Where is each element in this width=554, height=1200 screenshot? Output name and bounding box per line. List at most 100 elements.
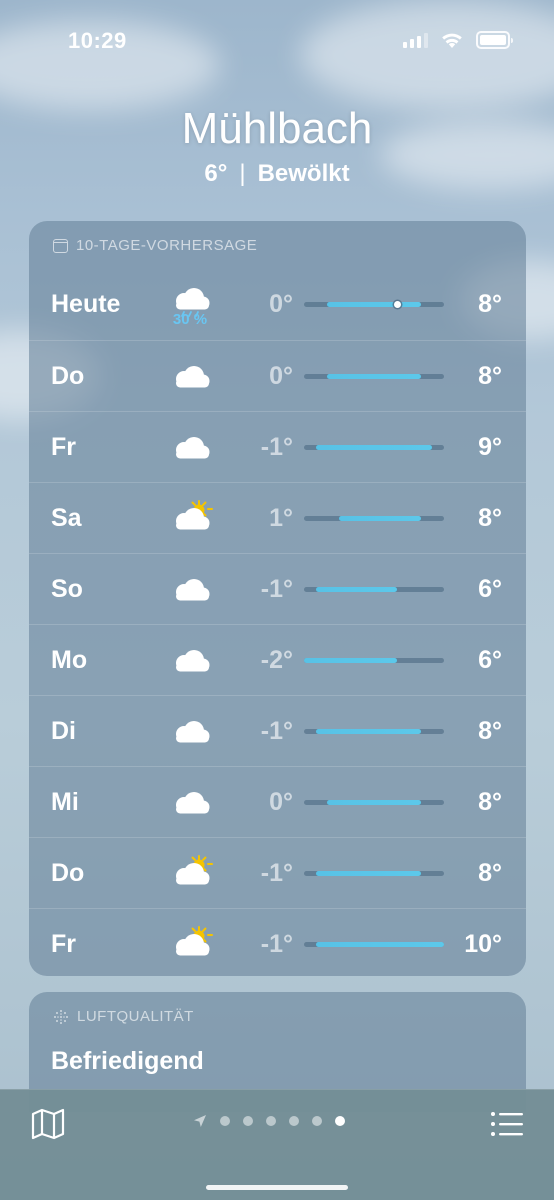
forecast-day: Fr [51, 433, 76, 461]
forecast-day: Mo [51, 646, 88, 674]
forecast-high: 9° [478, 433, 502, 461]
cellular-signal-icon [403, 32, 428, 48]
page-dot[interactable] [312, 1116, 322, 1126]
forecast-low: -2° [260, 646, 293, 674]
forecast-day: Fr [51, 930, 76, 958]
forecast-high: 6° [478, 575, 502, 603]
page-dot[interactable] [266, 1116, 276, 1126]
forecast-low: -1° [260, 575, 293, 603]
temperature-range-fill [327, 374, 421, 379]
forecast-row[interactable]: Sa 1° 8° [29, 482, 526, 553]
forecast-day: Sa [51, 504, 82, 532]
forecast-day: Do [51, 859, 85, 887]
forecast-low: -1° [260, 859, 293, 887]
cloud-sun-icon [176, 855, 213, 885]
cloud-icon [176, 579, 210, 601]
status-icons [403, 31, 513, 49]
forecast-row[interactable]: Mo -2° 6° [29, 624, 526, 695]
air-quality-icon [54, 1009, 68, 1024]
forecast-high: 8° [478, 290, 502, 318]
current-location-icon[interactable] [193, 1114, 207, 1128]
page-dot[interactable] [243, 1116, 253, 1126]
precipitation-chance: 30 % [172, 311, 208, 328]
status-bar: 10:29 [0, 0, 554, 80]
temperature-range-fill [315, 587, 398, 592]
map-icon[interactable] [30, 1108, 66, 1140]
ten-day-forecast-card[interactable]: 10-TAGE-VORHERSAGE Heute 30 % 0° 8° Do 0° 8° Fr… [29, 221, 526, 976]
forecast-high: 10° [464, 930, 502, 958]
temperature-range-bar [304, 301, 444, 308]
temperature-range-bar [304, 374, 444, 379]
air-quality-header: LUFTQUALITÄT [53, 1008, 194, 1025]
current-summary: 6° | Bewölkt [0, 160, 554, 188]
forecast-day: Mi [51, 788, 79, 816]
temperature-range-fill [304, 658, 398, 663]
forecast-row[interactable]: Di -1° 8° [29, 695, 526, 766]
air-quality-title: LUFTQUALITÄT [77, 1008, 194, 1025]
temperature-range-bar [304, 587, 444, 592]
list-icon[interactable] [490, 1110, 524, 1138]
page-indicator[interactable] [193, 1114, 345, 1128]
temperature-range-fill [327, 800, 421, 805]
temperature-range-bar [304, 516, 444, 521]
forecast-low: -1° [260, 717, 293, 745]
forecast-high: 8° [478, 504, 502, 532]
forecast-header: 10-TAGE-VORHERSAGE [53, 237, 257, 254]
temperature-range-fill [327, 302, 421, 307]
cloud-icon [176, 650, 210, 672]
current-condition: Bewölkt [257, 160, 350, 187]
forecast-low: -1° [260, 433, 293, 461]
page-dot[interactable] [335, 1116, 345, 1126]
page-dot[interactable] [289, 1116, 299, 1126]
battery-icon [476, 31, 513, 49]
home-indicator [206, 1185, 348, 1190]
temperature-range-bar [304, 800, 444, 805]
forecast-rows: Heute 30 % 0° 8° Do 0° 8° Fr -1° 9° Sa 1° 8° So -1° 6° M… [29, 269, 526, 979]
cloud-icon [176, 366, 210, 388]
forecast-high: 6° [478, 646, 502, 674]
forecast-low: 0° [269, 788, 293, 816]
forecast-day: Do [51, 362, 85, 390]
forecast-high: 8° [478, 859, 502, 887]
forecast-low: -1° [260, 930, 293, 958]
forecast-row[interactable]: Fr -1° 10° [29, 908, 526, 979]
page-dot[interactable] [220, 1116, 230, 1126]
temperature-range-bar [304, 871, 444, 876]
current-temp-marker [393, 301, 401, 308]
temperature-range-bar [304, 729, 444, 734]
forecast-high: 8° [478, 362, 502, 390]
cloud-icon [176, 792, 210, 814]
forecast-low: 0° [269, 362, 293, 390]
forecast-row[interactable]: Do -1° 8° [29, 837, 526, 908]
temperature-range-fill [315, 942, 444, 947]
forecast-row[interactable]: So -1° 6° [29, 553, 526, 624]
temperature-range-bar [304, 942, 444, 947]
cloud-sun-icon [176, 926, 213, 956]
calendar-icon [53, 238, 68, 253]
current-temp: 6° [204, 160, 228, 187]
forecast-row[interactable]: Fr -1° 9° [29, 411, 526, 482]
forecast-high: 8° [478, 788, 502, 816]
air-quality-value: Befriedigend [51, 1047, 204, 1075]
forecast-low: 1° [269, 504, 293, 532]
forecast-low: 0° [269, 290, 293, 318]
temperature-range-bar [304, 445, 444, 450]
cloud-icon [176, 437, 210, 459]
temperature-range-fill [315, 445, 433, 450]
temperature-range-bar [304, 658, 444, 663]
temperature-range-fill [339, 516, 421, 521]
cloud-icon [176, 721, 210, 743]
forecast-row[interactable]: Heute 30 % 0° 8° [29, 269, 526, 340]
forecast-title: 10-TAGE-VORHERSAGE [76, 237, 258, 254]
status-time: 10:29 [68, 28, 127, 53]
forecast-high: 8° [478, 717, 502, 745]
summary-separator: | [239, 160, 246, 187]
temperature-range-fill [315, 871, 421, 876]
wifi-icon [442, 33, 462, 48]
forecast-row[interactable]: Do 0° 8° [29, 340, 526, 411]
forecast-day: So [51, 575, 83, 603]
temperature-range-fill [315, 729, 421, 734]
location-name: Mühlbach [181, 104, 373, 153]
forecast-row[interactable]: Mi 0° 8° [29, 766, 526, 837]
bottom-toolbar [0, 1089, 554, 1200]
